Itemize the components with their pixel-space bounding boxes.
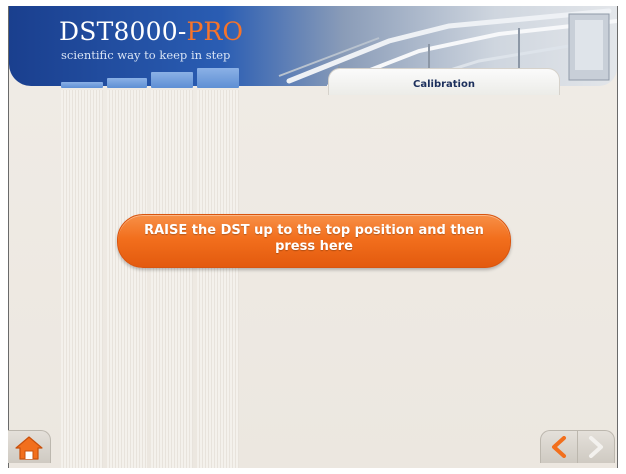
back-button[interactable] bbox=[540, 430, 578, 463]
stripe-cap-4 bbox=[197, 68, 239, 88]
stripe-cap-2 bbox=[107, 78, 147, 88]
home-icon bbox=[14, 435, 44, 461]
app-tagline: scientific way to keep in step bbox=[61, 48, 231, 62]
logo-main-text: DST8000- bbox=[59, 17, 187, 46]
decorative-stripe-2 bbox=[107, 90, 147, 468]
decorative-stripe-1 bbox=[61, 90, 103, 468]
raise-confirm-button[interactable]: RAISE the DST up to the top position and… bbox=[117, 214, 511, 268]
next-button[interactable] bbox=[577, 430, 615, 463]
tab-calibration-label: Calibration bbox=[413, 79, 475, 90]
decorative-stripe-3 bbox=[151, 90, 193, 468]
raise-confirm-label: RAISE the DST up to the top position and… bbox=[144, 223, 484, 254]
chevron-right-icon bbox=[586, 436, 606, 458]
stripe-cap-1 bbox=[61, 82, 103, 88]
app-logo: DST8000-PRO bbox=[59, 17, 243, 46]
tab-calibration: Calibration bbox=[328, 68, 560, 95]
logo-accent-text: PRO bbox=[186, 17, 244, 46]
navigation-group bbox=[540, 430, 616, 463]
chevron-left-icon bbox=[549, 436, 569, 458]
home-button[interactable] bbox=[8, 430, 51, 463]
decorative-stripe-4 bbox=[197, 90, 239, 468]
stripe-cap-3 bbox=[151, 72, 193, 88]
